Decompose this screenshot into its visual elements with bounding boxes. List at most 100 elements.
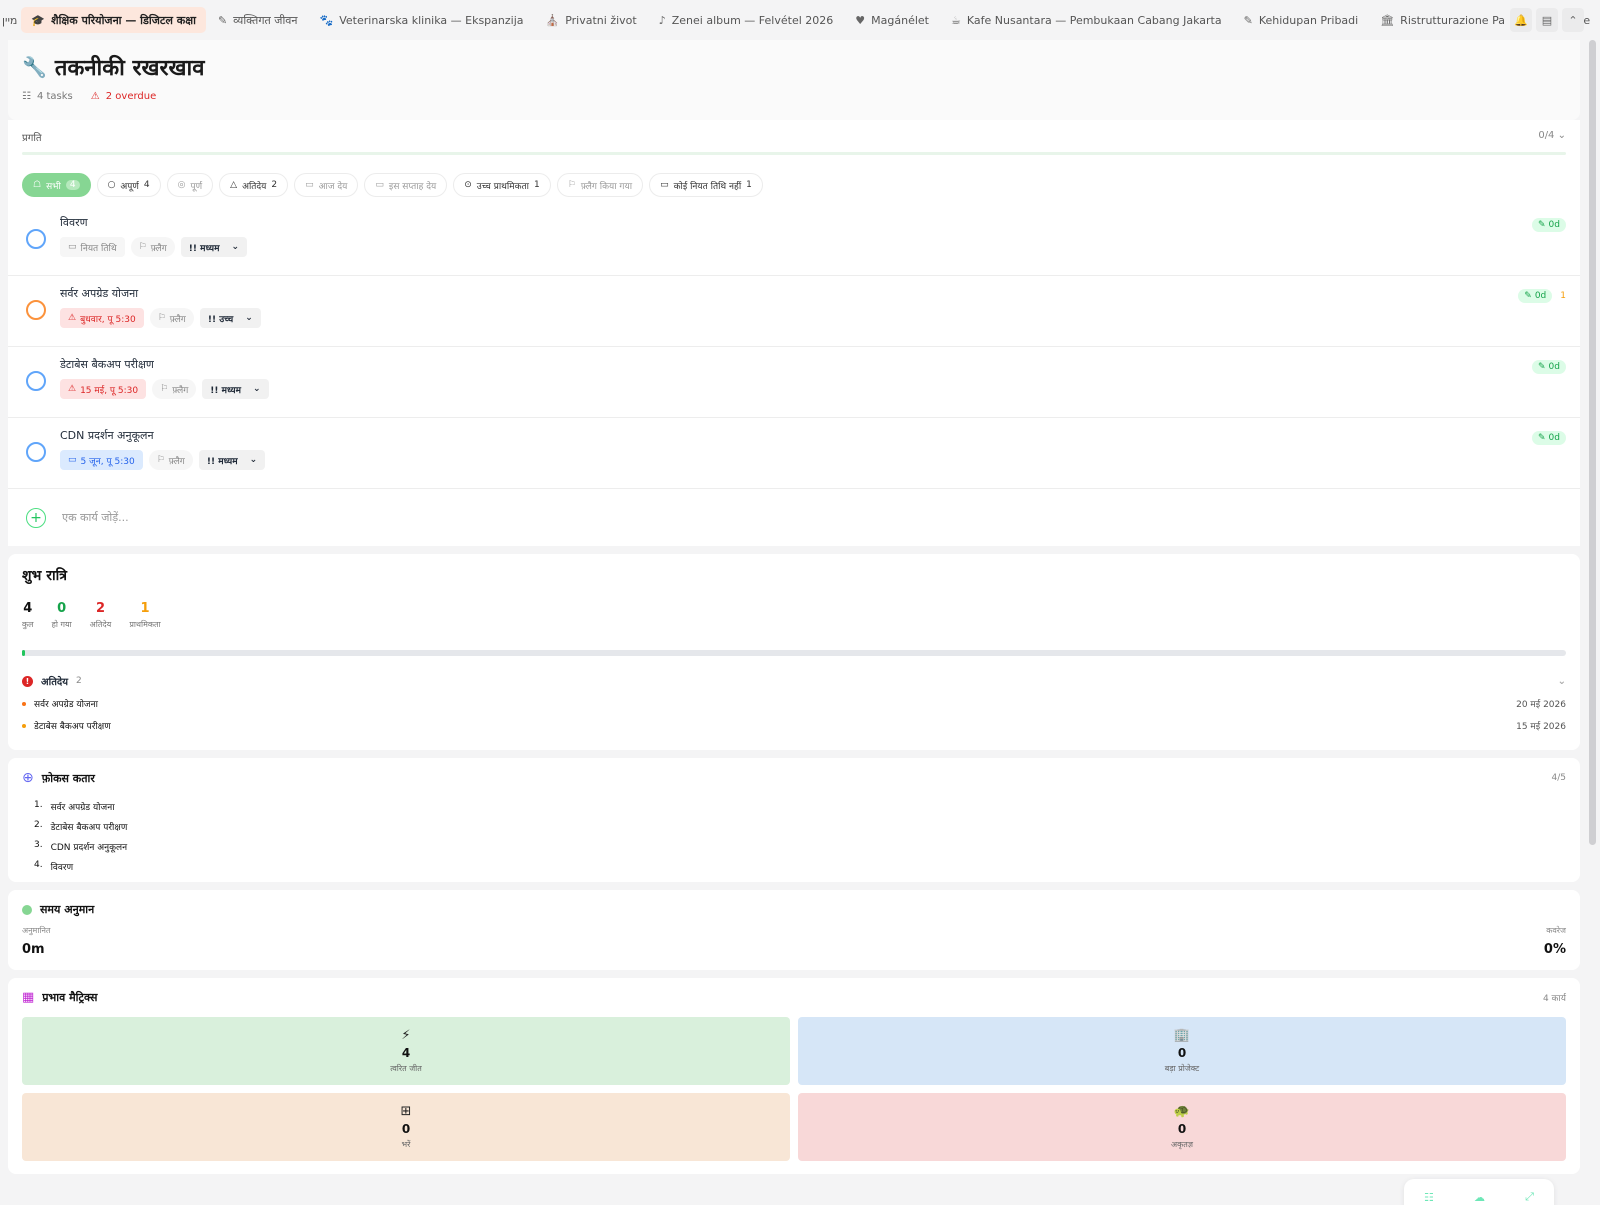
task-count: ☷ 4 tasks <box>22 91 73 102</box>
stat-item: 0 हो गया <box>52 601 72 630</box>
focus-item[interactable]: 3. CDN प्रदर्शन अनुकूलन <box>22 840 1566 853</box>
filter-chip-1[interactable]: ○ अपूर्ण 4 <box>96 173 161 197</box>
add-task-input[interactable]: एक कार्य जोड़ें... <box>62 510 129 525</box>
tab-1[interactable]: ✎ व्यक्तिगत जीवन <box>208 7 308 33</box>
expand-icon[interactable]: ⤢ <box>1525 1190 1534 1204</box>
tab-6[interactable]: ☕ Kafe Nusantara — Pembukaan Cabang Jakar… <box>941 7 1232 33</box>
task-checkbox[interactable] <box>26 371 46 391</box>
time-tracker-badge[interactable]: ✎ 0d <box>1532 431 1566 445</box>
progress-section: प्रगति 0/4 ⌄ <box>8 120 1580 161</box>
bell-icon[interactable]: 🔔 <box>1510 8 1532 32</box>
quadrant-count: 4 <box>401 1046 411 1060</box>
stat-label: कुल <box>22 620 34 629</box>
time-tracker-badge[interactable]: ✎ 0d <box>1532 218 1566 232</box>
task-name[interactable]: विवरण <box>60 215 88 230</box>
due-date-button[interactable]: ▭ 5 जून, पू 5:30 <box>60 450 143 470</box>
warning-icon: ⚠ <box>68 384 77 394</box>
filter-label: उच्च प्राथमिकता <box>476 181 529 192</box>
tab-icon: ♥ <box>855 13 866 27</box>
progress-label: प्रगति <box>22 133 42 144</box>
filter-chip-3[interactable]: △ अतिदेय 2 <box>219 173 289 197</box>
filter-icon: ⊙ <box>464 180 472 190</box>
tab-icon: ✎ <box>217 13 228 27</box>
tab-label: Magánélet <box>871 13 929 27</box>
tab-truncated[interactable]: מיין <box>0 14 21 27</box>
priority-select[interactable]: !! मध्यम ⌄ <box>198 450 266 470</box>
filter-chip-2[interactable]: ◎ पूर्ण <box>166 173 214 197</box>
filter-chip-5[interactable]: ▭ इस सप्ताह देय <box>364 173 448 197</box>
layout-icon[interactable]: ▤ <box>1536 8 1558 32</box>
chevron-down-icon: ⌄ <box>245 313 253 323</box>
filter-label: आज देय <box>318 181 348 192</box>
tab-bar: מיין 🎓 शैक्षिक परियोजना — डिजिटल कक्षा ✎ व्… <box>0 0 1600 40</box>
flag-icon: ⚐ <box>160 384 169 394</box>
focus-item[interactable]: 4. विवरण <box>22 860 1566 873</box>
stat-value: 2 <box>95 601 106 616</box>
tab-7[interactable]: ✎ Kehidupan Pribadi <box>1234 7 1369 33</box>
overdue-item[interactable]: डेटाबेस बैकअप परीक्षण 15 मई 2026 <box>22 719 1566 732</box>
flag-button[interactable]: ⚐ फ़्लैग <box>148 450 193 470</box>
progress-toggle[interactable]: 0/4 ⌄ <box>1538 130 1566 144</box>
tab-5[interactable]: ♥ Magánélet <box>845 7 939 33</box>
quadrant-icon: ⊞ <box>400 1104 412 1119</box>
due-date-button[interactable]: ⚠ 15 मई, पू 5:30 <box>60 379 147 399</box>
focus-item[interactable]: 1. सर्वर अपग्रेड योजना <box>22 800 1566 813</box>
focus-item[interactable]: 2. डेटाबेस बैकअप परीक्षण <box>22 820 1566 833</box>
tag-icon: ✎ <box>1524 291 1532 301</box>
add-icon[interactable]: + <box>26 507 46 528</box>
matrix-cell[interactable]: 🏢 0 बड़ा प्रोजेक्ट <box>798 1017 1566 1085</box>
quadrant-count: 0 <box>401 1122 411 1136</box>
scrollbar[interactable] <box>1589 40 1596 845</box>
chevron-up-icon[interactable]: ⌃ <box>1562 8 1584 32</box>
overdue-header[interactable]: ! अतिदेय 2 ⌄ <box>22 674 1566 688</box>
matrix-card: ▦ प्रभाव मैट्रिक्स 4 कार्य ⚡ 4 त्वरित जीत 🏢… <box>8 978 1580 1174</box>
task-row[interactable]: CDN प्रदर्शन अनुकूलन ▭ 5 जून, पू 5:30 ⚐ फ़्ल… <box>8 418 1580 489</box>
task-name[interactable]: CDN प्रदर्शन अनुकूलन <box>60 428 154 443</box>
filter-chip-6[interactable]: ⊙ उच्च प्राथमिकता 1 <box>453 173 551 197</box>
task-row[interactable]: सर्वर अपग्रेड योजना ⚠ बुधवार, पू 5:30 ⚐ फ़्ल… <box>8 276 1580 347</box>
tab-0[interactable]: 🎓 शैक्षिक परियोजना — डिजिटल कक्षा <box>21 7 206 33</box>
priority-select[interactable]: !! मध्यम ⌄ <box>202 379 269 399</box>
task-row[interactable]: विवरण ▭ नियत तिथि ⚐ फ़्लैग!! मध्यम ⌄ ✎ 0d <box>8 205 1580 276</box>
flag-icon: ⚐ <box>138 242 147 252</box>
quadrant-icon: 🐢 <box>1173 1104 1191 1119</box>
tab-4[interactable]: ♪ Zenei album — Felvétel 2026 <box>649 7 844 33</box>
matrix-cell[interactable]: ⊞ 0 भरें <box>22 1093 790 1161</box>
add-task-row[interactable]: + एक कार्य जोड़ें... <box>8 489 1580 546</box>
flag-button[interactable]: ⚐ फ़्लैग <box>149 308 194 328</box>
task-checkbox[interactable] <box>26 229 46 249</box>
list-icon[interactable]: ☷ <box>1424 1191 1434 1204</box>
stat-item: 1 प्राथमिकता <box>129 601 160 630</box>
tab-2[interactable]: 🐾 Veterinarska klinika — Ekspanzija <box>310 7 534 33</box>
tab-3[interactable]: ⛪ Privatni život <box>536 7 647 33</box>
matrix-cell[interactable]: 🐢 0 अकृतज्ञ <box>798 1093 1566 1161</box>
time-tracker-badge[interactable]: ✎ 0d <box>1532 360 1566 374</box>
flag-button[interactable]: ⚐ फ़्लैग <box>130 237 175 257</box>
tab-label: शैक्षिक परियोजना — डिजिटल कक्षा <box>51 13 196 27</box>
filter-chip-0[interactable]: ☖ सभी 4 <box>22 173 91 197</box>
filter-chip-4[interactable]: ▭ आज देय <box>294 173 359 197</box>
due-date-button[interactable]: ⚠ बुधवार, पू 5:30 <box>60 308 144 328</box>
chevron-down-icon[interactable]: ⌄ <box>1558 676 1566 687</box>
filter-icon: ⚐ <box>567 180 576 190</box>
floating-toolbar: ☷ ☁ ⤢ <box>1404 1179 1554 1205</box>
filter-chip-7[interactable]: ⚐ फ़्लैग किया गया <box>556 173 644 197</box>
focus-count: 4/5 <box>1551 773 1566 783</box>
filter-chip-8[interactable]: ▭ कोई नियत तिथि नहीं 1 <box>649 173 763 197</box>
flag-button[interactable]: ⚐ फ़्लैग <box>152 379 197 399</box>
task-name[interactable]: डेटाबेस बैकअप परीक्षण <box>60 357 154 372</box>
overdue-item[interactable]: सर्वर अपग्रेड योजना 20 मई 2026 <box>22 697 1566 710</box>
task-checkbox[interactable] <box>26 300 46 320</box>
due-date-button[interactable]: ▭ नियत तिथि <box>60 237 125 257</box>
cloud-icon[interactable]: ☁ <box>1474 1191 1485 1204</box>
filter-icon: ◎ <box>177 180 186 190</box>
chevron-down-icon: ⌄ <box>249 455 258 465</box>
task-row[interactable]: डेटाबेस बैकअप परीक्षण ⚠ 15 मई, पू 5:30 ⚐ फ़्… <box>8 347 1580 418</box>
task-checkbox[interactable] <box>26 442 46 462</box>
time-tracker-badge[interactable]: ✎ 0d <box>1518 289 1553 303</box>
matrix-cell[interactable]: ⚡ 4 त्वरित जीत <box>22 1017 790 1085</box>
priority-select[interactable]: !! मध्यम ⌄ <box>180 237 248 257</box>
stat-item: 4 कुल <box>22 601 34 630</box>
priority-select[interactable]: !! उच्च ⌄ <box>199 308 261 328</box>
task-name[interactable]: सर्वर अपग्रेड योजना <box>60 286 138 301</box>
